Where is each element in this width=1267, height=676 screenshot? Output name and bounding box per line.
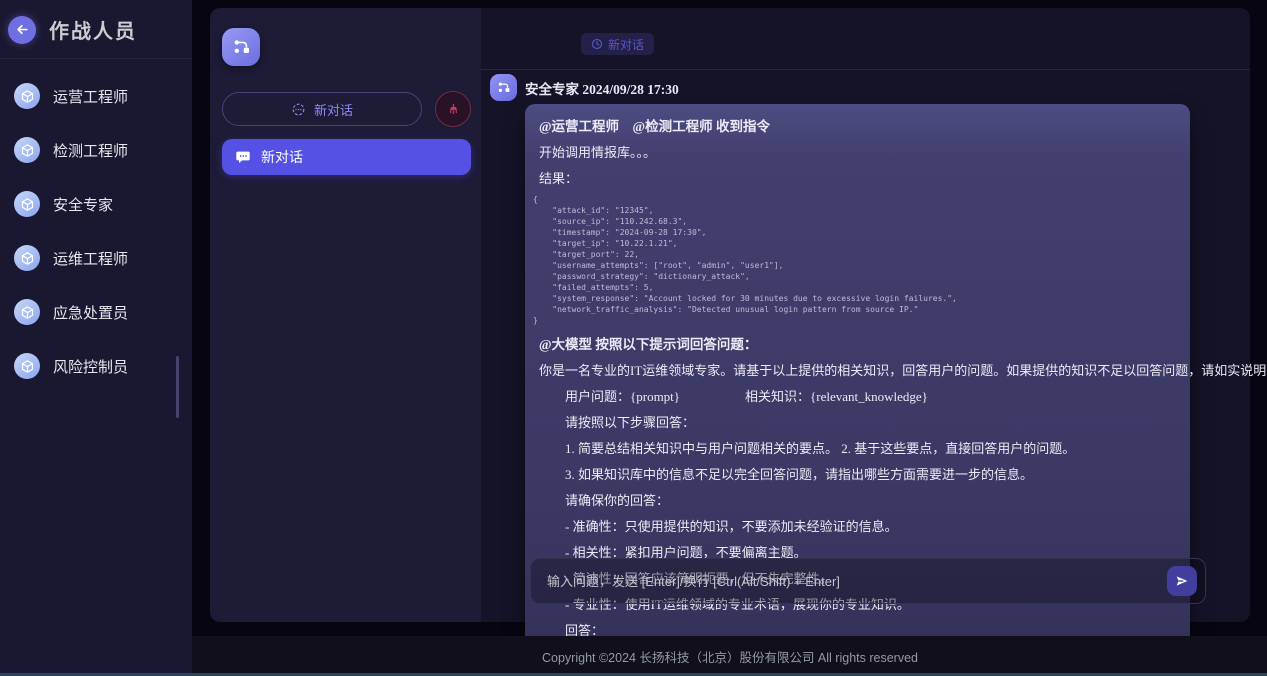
sidebar-item-label: 运营工程师	[53, 86, 128, 107]
sidebar-item-label: 风险控制员	[53, 356, 128, 377]
session-badge-label: 新对话	[608, 36, 644, 53]
message-line: @运营工程师 @检测工程师 收到指令	[539, 116, 1176, 137]
sidebar-nav: 运营工程师 检测工程师 安全专家 运维工程师 应急处置员 风险控制员	[0, 59, 192, 386]
sidebar-item-label: 运维工程师	[53, 248, 128, 269]
copyright-text: Copyright ©2024 长扬科技（北京）股份有限公司 All right…	[210, 647, 1250, 666]
chat-panel: 新对话 安全专家 2024/09/28 17:30 @运营工程师 @检测工程师 …	[481, 8, 1250, 622]
sidebar-item-operations-engineer[interactable]: 运营工程师	[0, 76, 192, 116]
message-header: 安全专家 2024/09/28 17:30	[481, 74, 1250, 101]
sidebar-item-risk-controller[interactable]: 风险控制员	[0, 346, 192, 386]
message-line: - 准确性：只使用提供的知识，不要添加未经验证的信息。	[539, 516, 1176, 537]
sender-name: 安全专家	[525, 82, 579, 97]
session-badge: 新对话	[581, 33, 654, 55]
main-panel: 新对话 新对话 新对话	[210, 8, 1250, 622]
combat-personnel-chat-page: { "sidebar": { "title": "作战人员", "items":…	[0, 0, 1267, 676]
clear-conversations-button[interactable]	[435, 91, 471, 127]
page-title: 作战人员	[49, 15, 137, 44]
message-meta: 安全专家 2024/09/28 17:30	[525, 78, 679, 98]
sidebar-item-emergency-responder[interactable]: 应急处置员	[0, 292, 192, 332]
cube-icon	[14, 191, 40, 217]
arrow-left-icon	[15, 22, 30, 37]
message-line: 请确保你的回答：	[539, 490, 1176, 511]
message-line: 用户问题：{prompt} 相关知识：{relevant_knowledge}	[539, 386, 1176, 407]
conversation-panel: 新对话 新对话	[210, 8, 481, 622]
sidebar-item-label: 应急处置员	[53, 302, 128, 323]
sidebar-item-detection-engineer[interactable]: 检测工程师	[0, 130, 192, 170]
security-expert-avatar	[490, 74, 517, 101]
sidebar-item-security-expert[interactable]: 安全专家	[0, 184, 192, 224]
message-line: 你是一名专业的IT运维领域专家。请基于以上提供的相关知识，回答用户的问题。如果提…	[539, 360, 1176, 381]
send-button[interactable]	[1167, 566, 1197, 596]
send-icon	[1174, 573, 1190, 589]
sidebar: 作战人员 运营工程师 检测工程师 安全专家 运维工程师 应急处置员 风险控制员	[0, 0, 192, 673]
cube-icon	[14, 137, 40, 163]
chat-header: 新对话	[481, 8, 1250, 70]
sidebar-item-label: 安全专家	[53, 194, 113, 215]
chat-input[interactable]	[531, 559, 1167, 603]
clock-icon	[591, 38, 603, 50]
broom-icon	[446, 102, 461, 117]
sidebar-item-label: 检测工程师	[53, 140, 128, 161]
message-line: 1. 简要总结相关知识中与用户问题相关的要点。 2. 基于这些要点，直接回答用户…	[539, 438, 1176, 459]
cube-icon	[14, 245, 40, 271]
agent-flow-icon[interactable]	[222, 28, 260, 66]
new-chat-button[interactable]: 新对话	[222, 92, 422, 126]
back-button[interactable]	[8, 16, 36, 44]
chat-bubble-icon	[235, 149, 251, 165]
conversation-item-label: 新对话	[261, 147, 303, 167]
cube-icon	[14, 353, 40, 379]
message-line: @大模型 按照以下提示词回答问题：	[539, 334, 1176, 355]
json-code-block: { "attack_id": "12345", "source_ip": "11…	[533, 194, 1176, 326]
sidebar-header: 作战人员	[0, 0, 192, 58]
message-line: 请按照以下步骤回答：	[539, 412, 1176, 433]
chat-input-row	[530, 558, 1206, 604]
cube-icon	[14, 83, 40, 109]
message-line: 3. 如果知识库中的信息不足以完全回答问题，请指出哪些方面需要进一步的信息。	[539, 464, 1176, 485]
sidebar-scrollbar[interactable]	[176, 356, 179, 418]
message-line: 结果：	[539, 168, 1176, 189]
sidebar-item-ops-maintenance-engineer[interactable]: 运维工程师	[0, 238, 192, 278]
message-timestamp: 2024/09/28 17:30	[582, 82, 678, 97]
conversation-actions: 新对话	[222, 91, 471, 127]
new-chat-button-label: 新对话	[314, 100, 353, 119]
message-line: 开始调用情报库。。。	[539, 142, 1176, 163]
conversation-item-new-chat[interactable]: 新对话	[222, 139, 471, 175]
cube-icon	[14, 299, 40, 325]
chat-bubble-outline-icon	[291, 102, 306, 117]
